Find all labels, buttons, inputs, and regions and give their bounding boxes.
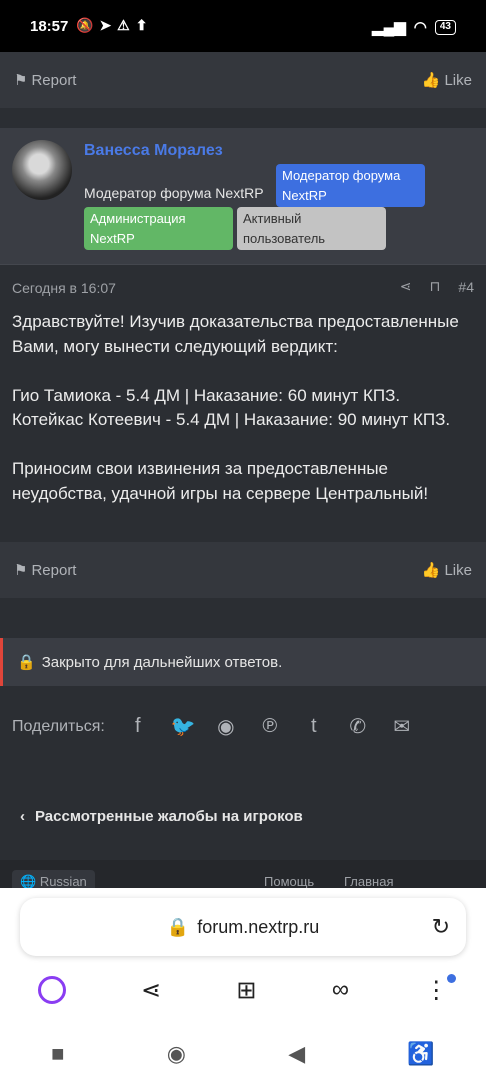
prev-post-footer: ⚑ Report 👍 Like — [0, 52, 486, 108]
flag-icon: ⚑ — [14, 562, 28, 579]
share-icon[interactable]: ⋖ — [141, 976, 161, 1005]
post-date[interactable]: Сегодня в 16:07 — [12, 280, 116, 296]
android-nav-bar: ■ ◉ ◀ ♿ — [0, 1028, 486, 1080]
share-label: Поделиться: — [12, 717, 105, 735]
system-icons: ▂▄▆ ◠ 43 — [372, 18, 456, 36]
avatar[interactable] — [12, 140, 72, 200]
thread-closed-notice: 🔒 Закрыто для дальнейших ответов. — [0, 638, 486, 686]
post-paragraph: Приносим свои извинения за предоставленн… — [12, 459, 429, 503]
warning-icon: ⚠ — [117, 17, 130, 33]
facebook-icon[interactable]: f — [127, 715, 149, 738]
alice-icon[interactable] — [37, 976, 66, 1004]
whatsapp-icon[interactable]: ✆ — [347, 714, 369, 739]
accessibility-icon[interactable]: ♿ — [407, 1041, 434, 1067]
author-title: Модератор форума NextRP — [84, 185, 264, 201]
url-text: forum.nextrp.ru — [197, 916, 320, 937]
signal-icon: ▂▄▆ — [372, 19, 406, 36]
home-link[interactable]: Главная — [344, 874, 393, 889]
telegram-icon: ➤ — [99, 17, 112, 33]
lock-icon: 🔒 — [17, 654, 36, 671]
reload-icon[interactable]: ↻ — [432, 914, 450, 940]
tabs-icon[interactable]: ∞ — [332, 976, 349, 1004]
post-number[interactable]: #4 — [458, 279, 474, 295]
share-row: Поделиться: f 🐦 ◉ ℗ t ✆ ✉ — [12, 714, 413, 739]
help-link[interactable]: Помощь — [264, 874, 314, 889]
thumbs-up-icon: 👍 — [421, 72, 441, 89]
new-tab-icon[interactable]: ⊞ — [236, 976, 256, 1005]
post-body: Здравствуйте! Изучив доказательства пред… — [12, 310, 472, 531]
browser-toolbar: ⋖ ⊞ ∞ ⋮ — [0, 966, 486, 1014]
post-paragraph: Здравствуйте! Изучив доказательства пред… — [12, 312, 459, 356]
badge-admin: Администрация NextRP — [84, 207, 233, 250]
author-name[interactable]: Ванесса Моралез — [84, 142, 223, 160]
wifi-icon: ◠ — [413, 19, 427, 36]
pinterest-icon[interactable]: ℗ — [259, 715, 281, 738]
mute-icon: 🔕 — [76, 17, 94, 33]
menu-icon[interactable]: ⋮ — [424, 976, 448, 1005]
verdict-line: Гио Тамиока - 5.4 ДМ | Наказание: 60 мин… — [12, 385, 401, 405]
badge-active: Активный пользователь — [237, 207, 386, 250]
like-button[interactable]: 👍 Like — [421, 71, 472, 90]
like-button[interactable]: 👍 Like — [421, 561, 472, 580]
post-footer: ⚑ Report 👍 Like — [0, 542, 486, 598]
bookmark-icon[interactable]: ⊓ — [429, 278, 440, 295]
upload-icon: ⬆ — [135, 17, 148, 33]
badge-moderator: Модератор форума NextRP — [276, 164, 425, 207]
share-icon[interactable]: ⋖ — [400, 278, 412, 295]
verdict-line: Котейкас Котеевич - 5.4 ДМ | Наказание: … — [12, 410, 451, 429]
home-icon[interactable]: ◉ — [167, 1041, 186, 1067]
back-icon[interactable]: ◀ — [288, 1041, 305, 1067]
thumbs-up-icon: 👍 — [421, 562, 441, 579]
flag-icon: ⚑ — [14, 72, 28, 89]
report-button[interactable]: ⚑ Report — [14, 71, 76, 90]
post-paragraph: Гио Тамиока - 5.4 ДМ | Наказание: 60 мин… — [12, 384, 472, 433]
notification-icons: 🔕 ➤ ⚠ ⬆ — [76, 17, 147, 34]
report-button[interactable]: ⚑ Report — [14, 561, 76, 580]
clock: 18:57 — [30, 18, 69, 35]
twitter-icon[interactable]: 🐦 — [171, 714, 196, 739]
browser-ui: 🔒 forum.nextrp.ru ↻ ⋖ ⊞ ∞ ⋮ ■ ◉ ◀ ♿ — [0, 888, 486, 1080]
lock-icon: 🔒 — [166, 916, 190, 937]
status-bar: 18:57 🔕 ➤ ⚠ ⬆ ▂▄▆ ◠ 43 — [0, 0, 486, 52]
battery-indicator: 43 — [434, 19, 456, 35]
post-meta: Сегодня в 16:07 ⋖ ⊓ #4 — [0, 264, 486, 308]
globe-icon: 🌐 — [20, 874, 37, 889]
notification-dot — [447, 974, 456, 983]
breadcrumb[interactable]: ‹ Рассмотренные жалобы на игроков — [20, 808, 303, 825]
address-bar[interactable]: 🔒 forum.nextrp.ru ↻ — [20, 898, 466, 956]
reddit-icon[interactable]: ◉ — [215, 714, 237, 739]
chevron-left-icon: ‹ — [20, 808, 25, 825]
tumblr-icon[interactable]: t — [303, 715, 325, 738]
site-footer: 🌐 Russian Помощь Главная — [0, 860, 486, 894]
recents-icon[interactable]: ■ — [51, 1041, 64, 1067]
email-icon[interactable]: ✉ — [391, 714, 413, 739]
